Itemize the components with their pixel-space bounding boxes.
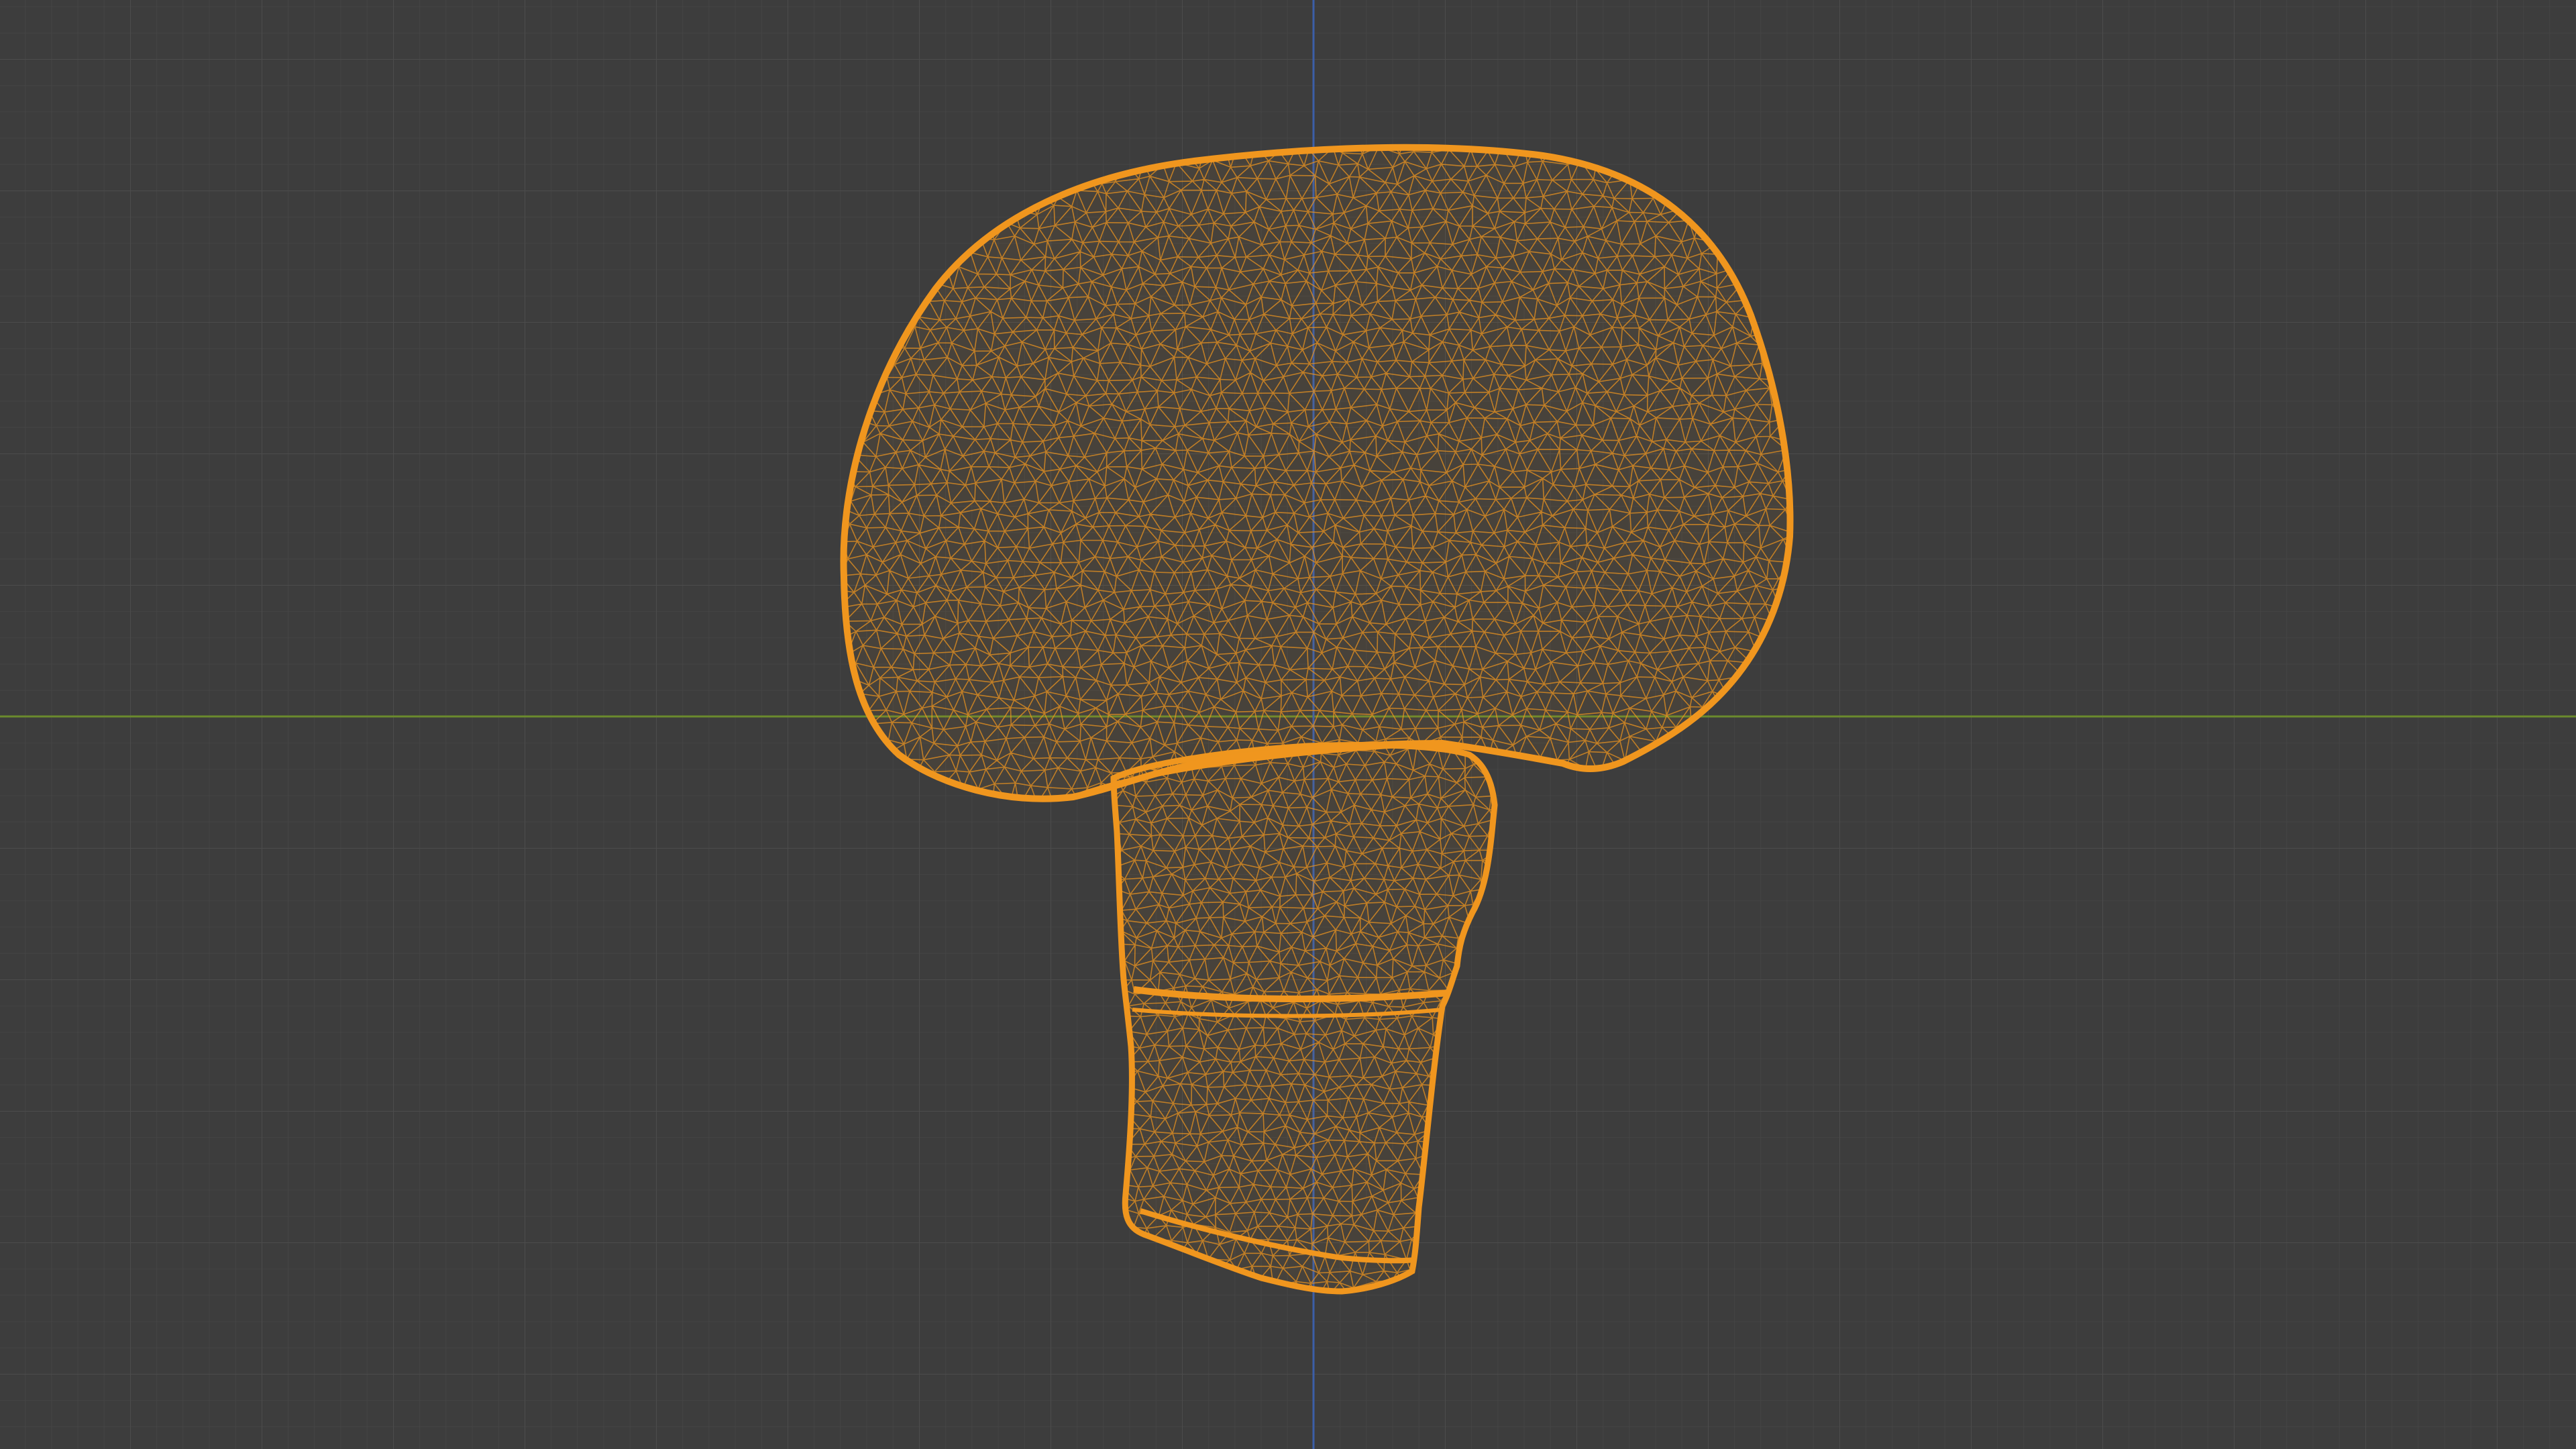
3d-viewport[interactable]	[0, 0, 2576, 1449]
mushroom-stem	[1103, 734, 1522, 1316]
mushroom-wireframe-mesh[interactable]	[0, 0, 2576, 1449]
mushroom-cap	[828, 129, 1822, 822]
